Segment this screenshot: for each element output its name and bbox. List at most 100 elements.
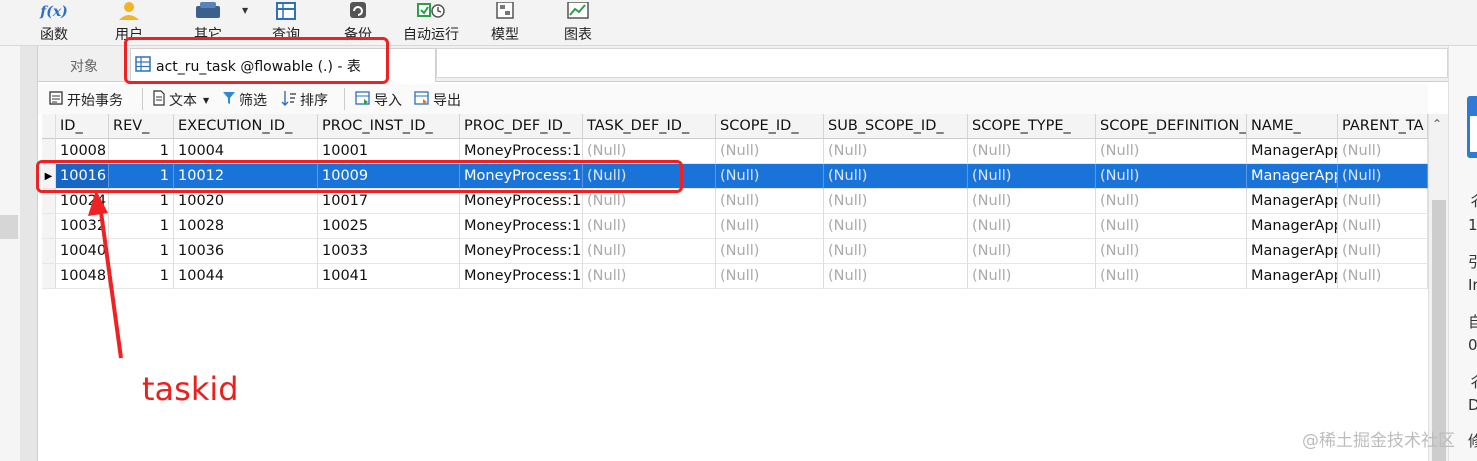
table-cell[interactable]: 10036: [174, 239, 318, 264]
column-header[interactable]: TASK_DEF_ID_: [583, 114, 716, 139]
row-indicator[interactable]: ▶: [42, 164, 56, 189]
table-cell[interactable]: 10025: [318, 214, 460, 239]
row-indicator[interactable]: [42, 214, 56, 239]
table-cell[interactable]: ManagerApp: [1247, 139, 1338, 164]
table-cell[interactable]: ManagerApp: [1247, 164, 1338, 189]
table-cell[interactable]: 10012: [174, 164, 318, 189]
row-indicator[interactable]: [42, 189, 56, 214]
sort-button[interactable]: 排序: [281, 90, 328, 110]
text-dropdown-icon[interactable]: ▼: [203, 96, 209, 105]
row-indicator[interactable]: [42, 264, 56, 289]
table-cell[interactable]: ManagerApp: [1247, 239, 1338, 264]
table-cell[interactable]: 10040: [56, 239, 109, 264]
column-header[interactable]: NAME_: [1247, 114, 1338, 139]
column-header[interactable]: ID_: [56, 114, 109, 139]
table-cell[interactable]: (Null): [1338, 239, 1428, 264]
table-cell[interactable]: 1: [109, 139, 174, 164]
column-header[interactable]: PROC_INST_ID_: [318, 114, 460, 139]
table-cell[interactable]: MoneyProcess:1: [460, 139, 583, 164]
table-cell[interactable]: (Null): [1338, 139, 1428, 164]
table-cell[interactable]: (Null): [1096, 214, 1247, 239]
table-cell[interactable]: (Null): [583, 264, 716, 289]
other-dropdown-icon[interactable]: ▼: [242, 6, 248, 15]
export-button[interactable]: 导出: [414, 90, 461, 110]
row-indicator[interactable]: [42, 139, 56, 164]
table-cell[interactable]: 10041: [318, 264, 460, 289]
ribbon-user-button[interactable]: 用户: [115, 0, 143, 46]
table-cell[interactable]: MoneyProcess:1: [460, 239, 583, 264]
table-cell[interactable]: 10024: [56, 189, 109, 214]
table-cell[interactable]: (Null): [716, 139, 824, 164]
table-cell[interactable]: (Null): [583, 139, 716, 164]
column-header[interactable]: PARENT_TA: [1338, 114, 1428, 139]
table-cell[interactable]: 10008: [56, 139, 109, 164]
table-cell[interactable]: 1: [109, 189, 174, 214]
begin-transaction-button[interactable]: 开始事务: [48, 90, 123, 110]
table-cell[interactable]: (Null): [824, 139, 968, 164]
column-header[interactable]: SCOPE_ID_: [716, 114, 824, 139]
table-cell[interactable]: (Null): [968, 239, 1096, 264]
table-cell[interactable]: ManagerApp: [1247, 214, 1338, 239]
table-cell[interactable]: (Null): [1338, 214, 1428, 239]
table-cell[interactable]: (Null): [1338, 164, 1428, 189]
table-cell[interactable]: (Null): [968, 214, 1096, 239]
tab-objects[interactable]: 对象: [70, 56, 98, 76]
table-cell[interactable]: 10044: [174, 264, 318, 289]
table-cell[interactable]: (Null): [583, 239, 716, 264]
ribbon-function-button[interactable]: f(x) 函数: [40, 0, 68, 46]
ribbon-query-button[interactable]: 查询: [272, 0, 300, 46]
column-header[interactable]: EXECUTION_ID_: [174, 114, 318, 139]
table-cell[interactable]: 10009: [318, 164, 460, 189]
table-cell[interactable]: (Null): [583, 189, 716, 214]
table-cell[interactable]: (Null): [716, 189, 824, 214]
import-button[interactable]: 导入: [355, 90, 402, 110]
column-header[interactable]: REV_: [109, 114, 174, 139]
table-cell[interactable]: (Null): [716, 164, 824, 189]
column-header[interactable]: SCOPE_DEFINITION_: [1096, 114, 1247, 139]
table-cell[interactable]: MoneyProcess:1: [460, 214, 583, 239]
table-cell[interactable]: ManagerApp: [1247, 264, 1338, 289]
table-cell[interactable]: 10028: [174, 214, 318, 239]
table-cell[interactable]: MoneyProcess:1: [460, 164, 583, 189]
table-cell[interactable]: (Null): [968, 189, 1096, 214]
ribbon-autorun-button[interactable]: 自动运行: [403, 0, 459, 46]
table-cell[interactable]: (Null): [583, 214, 716, 239]
table-cell[interactable]: 10032: [56, 214, 109, 239]
column-header[interactable]: SUB_SCOPE_ID_: [824, 114, 968, 139]
table-cell[interactable]: 10033: [318, 239, 460, 264]
table-cell[interactable]: (Null): [716, 264, 824, 289]
table-cell[interactable]: MoneyProcess:1: [460, 189, 583, 214]
table-cell[interactable]: (Null): [824, 189, 968, 214]
table-cell[interactable]: (Null): [1096, 164, 1247, 189]
table-cell[interactable]: (Null): [1338, 264, 1428, 289]
ribbon-model-button[interactable]: 模型: [491, 0, 519, 46]
vertical-scrollbar[interactable]: ⌃: [1428, 114, 1448, 461]
table-cell[interactable]: (Null): [824, 214, 968, 239]
ribbon-backup-button[interactable]: 备份: [344, 0, 372, 46]
text-view-button[interactable]: 文本 ▼: [152, 90, 209, 110]
table-cell[interactable]: (Null): [968, 164, 1096, 189]
table-cell[interactable]: (Null): [824, 164, 968, 189]
table-cell[interactable]: (Null): [1096, 239, 1247, 264]
table-cell[interactable]: (Null): [1096, 139, 1247, 164]
filter-button[interactable]: 筛选: [222, 90, 267, 110]
table-cell[interactable]: 1: [109, 264, 174, 289]
table-cell[interactable]: 10016: [56, 164, 109, 189]
table-cell[interactable]: (Null): [716, 239, 824, 264]
table-cell[interactable]: 10017: [318, 189, 460, 214]
column-header[interactable]: SCOPE_TYPE_: [968, 114, 1096, 139]
table-cell[interactable]: ManagerApp: [1247, 189, 1338, 214]
table-cell[interactable]: (Null): [968, 139, 1096, 164]
table-cell[interactable]: (Null): [1096, 189, 1247, 214]
tab-act-ru-task[interactable]: act_ru_task @flowable (.) - 表: [130, 48, 436, 82]
table-cell[interactable]: (Null): [1096, 264, 1247, 289]
panel-toggle-icon[interactable]: [1467, 96, 1477, 158]
scroll-up-icon[interactable]: ⌃: [1432, 117, 1442, 131]
scrollbar-thumb[interactable]: [1432, 200, 1446, 461]
table-cell[interactable]: (Null): [1338, 189, 1428, 214]
table-cell[interactable]: 10020: [174, 189, 318, 214]
table-cell[interactable]: 1: [109, 214, 174, 239]
table-cell[interactable]: 1: [109, 239, 174, 264]
table-cell[interactable]: 1: [109, 164, 174, 189]
ribbon-other-button[interactable]: 其它: [194, 0, 222, 46]
